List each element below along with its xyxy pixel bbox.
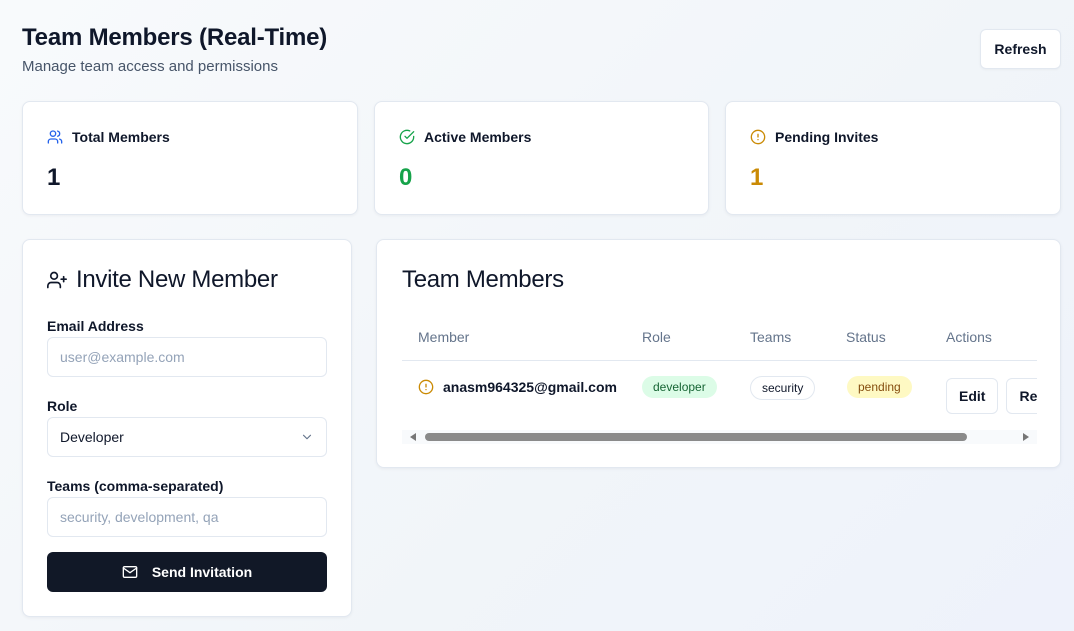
stat-value: 1 xyxy=(750,164,764,191)
resend-button[interactable]: Resend xyxy=(1006,378,1037,414)
status-badge: pending xyxy=(847,376,912,398)
role-label: Role xyxy=(47,398,78,414)
members-title-text: Team Members xyxy=(402,266,564,293)
members-title: Team Members xyxy=(402,266,564,294)
stat-label: Active Members xyxy=(424,129,532,145)
users-icon xyxy=(47,129,63,145)
role-select[interactable]: Developer xyxy=(47,417,327,457)
mail-icon xyxy=(122,564,138,580)
email-field[interactable]: user@example.com xyxy=(47,337,327,377)
table-header-divider xyxy=(402,360,1037,361)
status-cell: pending xyxy=(847,376,912,398)
column-header-member: Member xyxy=(418,329,470,345)
stat-value: 0 xyxy=(399,164,413,191)
page-header: Team Members (Real-Time) Manage team acc… xyxy=(22,24,327,75)
edit-button[interactable]: Edit xyxy=(946,378,999,414)
stat-label: Total Members xyxy=(72,129,170,145)
team-badge: security xyxy=(750,376,816,400)
invite-card: Invite New Member Email Address user@exa… xyxy=(22,239,352,617)
chevron-down-icon xyxy=(300,430,314,444)
teams-field[interactable]: security, development, qa xyxy=(47,497,327,537)
member-email: anasm964325@gmail.com xyxy=(443,379,617,395)
stat-header: Active Members xyxy=(399,129,531,145)
column-header-status: Status xyxy=(846,329,886,345)
send-invitation-button[interactable]: Send Invitation xyxy=(47,552,327,592)
alert-circle-icon xyxy=(750,129,766,145)
refresh-button[interactable]: Refresh xyxy=(980,29,1061,69)
scroll-left-arrow-icon[interactable] xyxy=(410,433,416,441)
invite-title: Invite New Member xyxy=(47,266,278,294)
invite-title-text: Invite New Member xyxy=(76,266,278,293)
members-table: Member Role Teams Status Actions anasm96… xyxy=(402,318,1037,416)
column-header-actions: Actions xyxy=(946,329,992,345)
check-circle-icon xyxy=(399,129,415,145)
column-header-teams: Teams xyxy=(750,329,792,345)
stat-header: Total Members xyxy=(47,129,170,145)
column-header-role: Role xyxy=(642,329,671,345)
stat-card-pending: Pending Invites 1 xyxy=(725,101,1061,215)
stat-card-total: Total Members 1 xyxy=(22,101,358,215)
teams-label: Teams (comma-separated) xyxy=(47,478,224,494)
stat-card-active: Active Members 0 xyxy=(374,101,709,215)
role-badge: developer xyxy=(642,376,717,398)
stat-value: 1 xyxy=(47,164,61,191)
teams-cell: security xyxy=(750,376,816,400)
stat-header: Pending Invites xyxy=(750,129,878,145)
email-label: Email Address xyxy=(47,318,144,334)
scroll-right-arrow-icon[interactable] xyxy=(1023,433,1029,441)
role-select-value: Developer xyxy=(60,429,124,445)
page-title: Team Members (Real-Time) xyxy=(22,24,328,51)
scrollbar-thumb[interactable] xyxy=(425,433,967,441)
page-subtitle: Manage team access and permissions xyxy=(22,58,278,75)
user-plus-icon xyxy=(47,270,67,290)
horizontal-scrollbar[interactable] xyxy=(402,430,1037,444)
role-cell: developer xyxy=(642,376,717,398)
alert-circle-icon xyxy=(418,379,434,395)
member-cell: anasm964325@gmail.com xyxy=(418,379,617,395)
actions-cell: Edit Resend xyxy=(946,378,1037,414)
stat-label: Pending Invites xyxy=(775,129,879,145)
members-card: Team Members Member Role Teams Status Ac… xyxy=(376,239,1061,468)
send-invitation-label: Send Invitation xyxy=(151,564,253,580)
